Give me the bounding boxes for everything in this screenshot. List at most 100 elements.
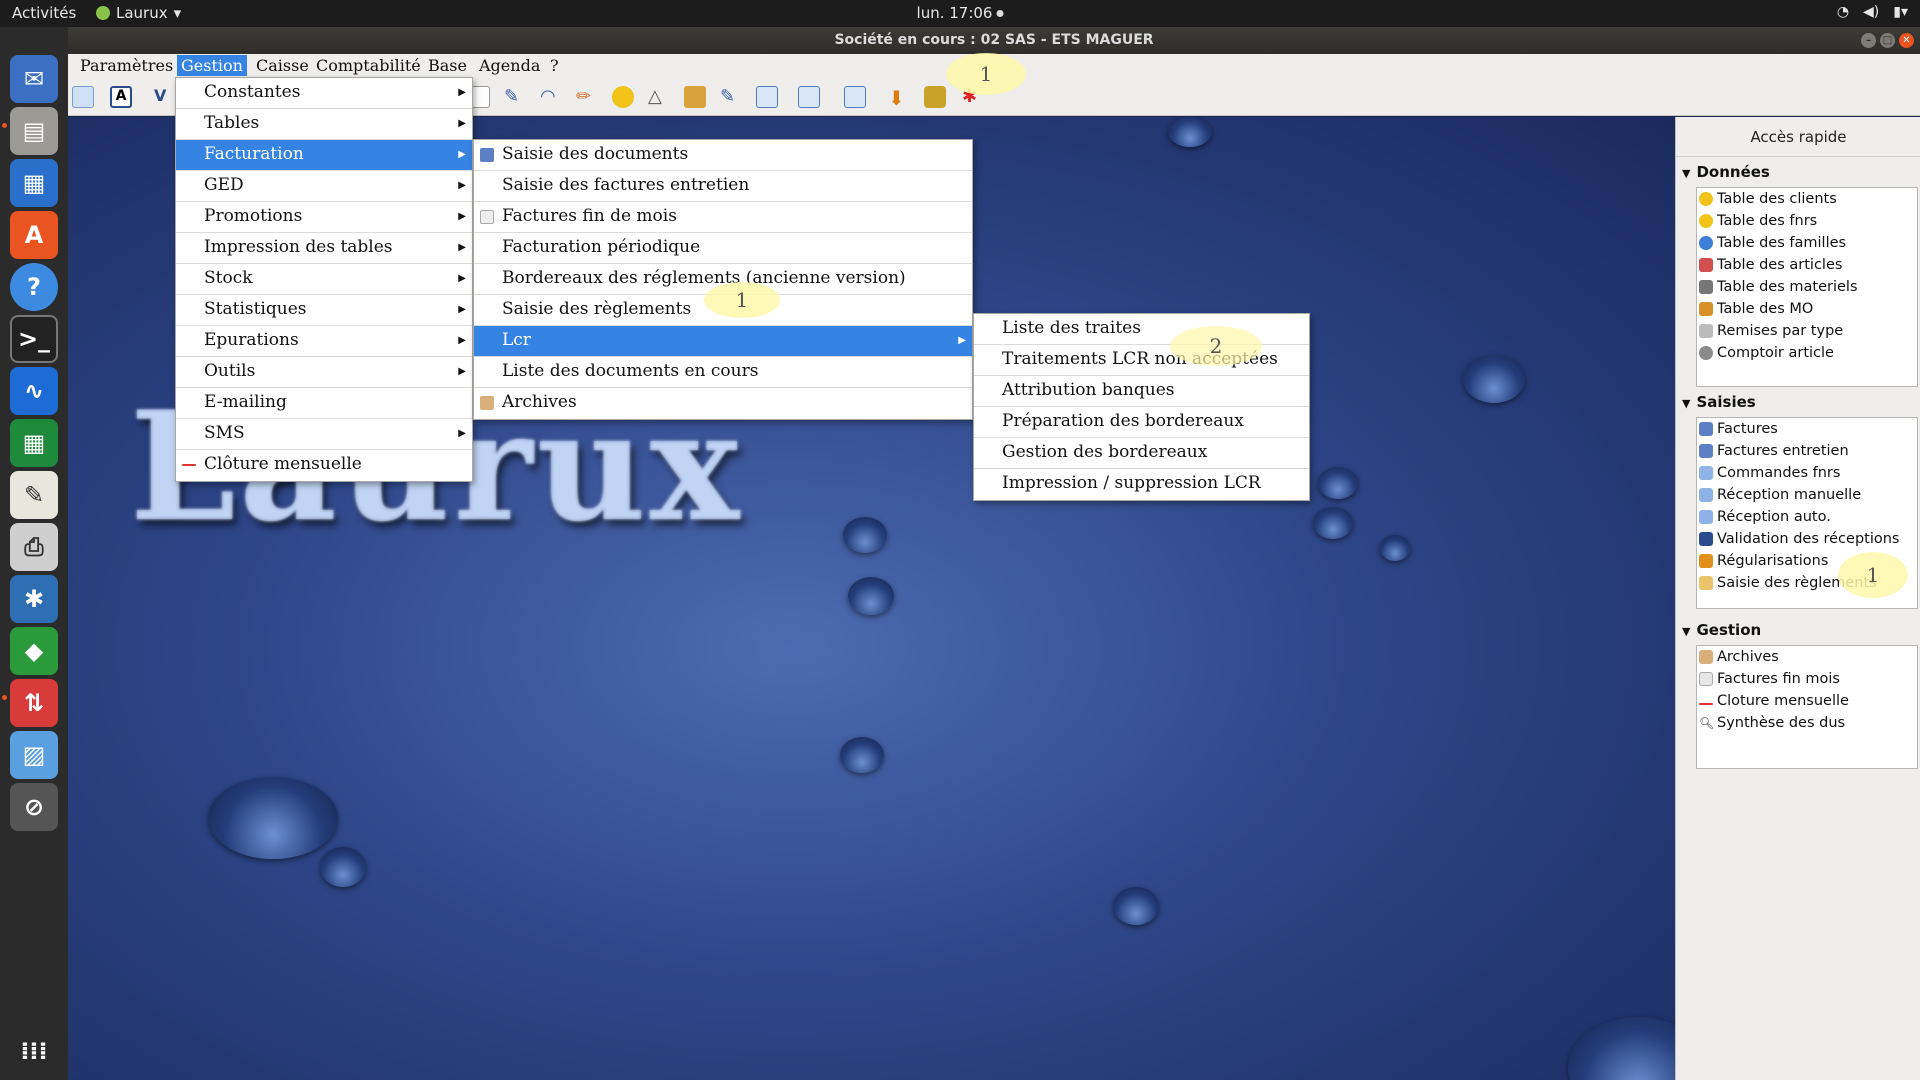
- coins-icon[interactable]: [924, 86, 946, 108]
- list-item[interactable]: Table des familles: [1697, 232, 1917, 254]
- menu-caisse[interactable]: Caisse: [252, 55, 313, 76]
- collapse-triangle-icon: ▼: [1682, 167, 1691, 180]
- battery-icon: ▮▾: [1893, 4, 1908, 20]
- menu-parametres[interactable]: Paramètres: [76, 55, 177, 76]
- writer-icon[interactable]: ▦: [10, 159, 58, 207]
- edit-doc-icon[interactable]: ✎: [720, 86, 742, 108]
- close-icon[interactable]: ✕: [1899, 33, 1914, 48]
- reception-auto-icon[interactable]: [844, 86, 866, 108]
- text-editor-icon[interactable]: ✎: [10, 471, 58, 519]
- menu-item-statistiques[interactable]: Statistiques ▶: [176, 295, 472, 326]
- menu-help[interactable]: ?: [546, 55, 563, 76]
- menu-item-label: Saisie des factures entretien: [502, 175, 750, 195]
- activities-button[interactable]: Activités: [12, 4, 76, 22]
- menu-item-archives[interactable]: Archives: [474, 388, 972, 419]
- menu-item-facturation[interactable]: Facturation ▶: [176, 140, 472, 171]
- thunderbird-icon[interactable]: ✉: [10, 55, 58, 103]
- menu-item-cloture-mensuelle[interactable]: Clôture mensuelle: [176, 450, 472, 481]
- menu-item-tables[interactable]: Tables ▶: [176, 109, 472, 140]
- list-item[interactable]: Table des fnrs: [1697, 210, 1917, 232]
- list-item[interactable]: Comptoir article: [1697, 342, 1917, 364]
- menu-item-epurations[interactable]: Epurations ▶: [176, 326, 472, 357]
- curve-icon[interactable]: ◠: [540, 86, 562, 108]
- system-monitor-icon[interactable]: ∿: [10, 367, 58, 415]
- box-icon[interactable]: [684, 86, 706, 108]
- laurux-dock-icon[interactable]: ⊘: [10, 783, 58, 831]
- git-icon[interactable]: ⇅: [10, 679, 58, 727]
- menu-item-sms[interactable]: SMS ▶: [176, 419, 472, 450]
- menu-item-saisie-factures-entretien[interactable]: Saisie des factures entretien: [474, 171, 972, 202]
- menu-base[interactable]: Base: [424, 55, 471, 76]
- menu-item-saisie-documents[interactable]: Saisie des documents: [474, 140, 972, 171]
- text-a-icon[interactable]: A: [110, 86, 132, 108]
- pencil-icon[interactable]: ✏: [576, 86, 598, 108]
- submenu-arrow-icon: ▶: [458, 211, 466, 222]
- menu-item-promotions[interactable]: Promotions ▶: [176, 202, 472, 233]
- download-arrow-icon[interactable]: ⬇: [888, 86, 910, 110]
- form-icon[interactable]: [72, 86, 94, 108]
- menu-agenda[interactable]: Agenda: [475, 55, 544, 76]
- software-center-icon[interactable]: A: [10, 211, 58, 259]
- section-saisies[interactable]: ▼ Saisies: [1682, 393, 1756, 411]
- validate-v-icon: [1699, 532, 1713, 546]
- clock[interactable]: lun. 17:06: [917, 4, 1004, 22]
- list-item[interactable]: Factures: [1697, 418, 1917, 440]
- menu-item-impression-tables[interactable]: Impression des tables ▶: [176, 233, 472, 264]
- list-item[interactable]: Réception manuelle: [1697, 484, 1917, 506]
- list-item[interactable]: Factures fin mois: [1697, 668, 1917, 690]
- image-viewer-icon[interactable]: ▨: [10, 731, 58, 779]
- menu-item-gestion-bordereaux[interactable]: Gestion des bordereaux: [974, 438, 1309, 469]
- client-face-icon[interactable]: [612, 86, 634, 108]
- menu-comptabilite[interactable]: Comptabilité: [312, 55, 425, 76]
- file-cabinet-icon[interactable]: ▤: [10, 107, 58, 155]
- app-menu[interactable]: Laurux ▾: [96, 4, 181, 22]
- inkscape-icon[interactable]: ◆: [10, 627, 58, 675]
- calc-icon[interactable]: ▦: [10, 419, 58, 467]
- menu-item-stock[interactable]: Stock ▶: [176, 264, 472, 295]
- section-gestion[interactable]: ▼ Gestion: [1682, 621, 1761, 639]
- list-item[interactable]: Cloture mensuelle: [1697, 690, 1917, 712]
- menu-item-factures-fin-mois[interactable]: Factures fin de mois: [474, 202, 972, 233]
- submenu-arrow-icon: ▶: [458, 428, 466, 439]
- validate-v-icon[interactable]: V: [154, 86, 176, 108]
- menu-gestion[interactable]: Gestion: [177, 55, 247, 76]
- section-donnees[interactable]: ▼ Données: [1682, 163, 1770, 181]
- system-status-area[interactable]: ◔ ◀) ▮▾: [1837, 4, 1908, 20]
- triangle-icon[interactable]: △: [648, 86, 670, 108]
- minimize-icon[interactable]: –: [1861, 33, 1876, 48]
- list-item-label: Table des materiels: [1717, 279, 1858, 295]
- list-item[interactable]: Réception auto.: [1697, 506, 1917, 528]
- list-item[interactable]: Remises par type: [1697, 320, 1917, 342]
- menu-item-label: Facturation périodique: [502, 237, 701, 257]
- submenu-arrow-icon: ▶: [458, 118, 466, 129]
- menu-item-emailing[interactable]: E-mailing: [176, 388, 472, 419]
- list-item[interactable]: Table des materiels: [1697, 276, 1917, 298]
- menu-item-impression-suppression-lcr[interactable]: Impression / suppression LCR: [974, 469, 1309, 500]
- menu-item-attribution-banques[interactable]: Attribution banques: [974, 376, 1309, 407]
- list-item[interactable]: Table des clients: [1697, 188, 1917, 210]
- menu-item-liste-documents-en-cours[interactable]: Liste des documents en cours: [474, 357, 972, 388]
- menu-item-outils[interactable]: Outils ▶: [176, 357, 472, 388]
- show-apps-icon[interactable]: ⁞⁞⁞: [10, 1027, 58, 1075]
- list-item[interactable]: Commandes fnrs: [1697, 462, 1917, 484]
- bug-icon[interactable]: ✱: [10, 575, 58, 623]
- order-icon[interactable]: [756, 86, 778, 108]
- menu-item-facturation-periodique[interactable]: Facturation périodique: [474, 233, 972, 264]
- ubuntu-dock: ✉ ▤ ▦ A ? >_ ∿ ▦ ✎ ⎙ ✱ ◆ ⇅ ▨ ⊘ ⁞⁞⁞: [0, 27, 68, 1080]
- terminal-icon[interactable]: >_: [10, 315, 58, 363]
- printer-icon[interactable]: ⎙: [10, 523, 58, 571]
- list-item[interactable]: Factures entretien: [1697, 440, 1917, 462]
- list-item[interactable]: Table des articles: [1697, 254, 1917, 276]
- menu-item-preparation-bordereaux[interactable]: Préparation des bordereaux: [974, 407, 1309, 438]
- list-item[interactable]: 🔍︎ Synthèse des dus: [1697, 712, 1917, 734]
- maximize-icon[interactable]: □: [1880, 33, 1895, 48]
- list-item[interactable]: Archives: [1697, 646, 1917, 668]
- menu-item-ged[interactable]: GED ▶: [176, 171, 472, 202]
- menu-item-constantes[interactable]: Constantes ▶: [176, 78, 472, 109]
- wrench-icon[interactable]: ✎: [504, 86, 526, 108]
- list-item[interactable]: Table des MO: [1697, 298, 1917, 320]
- list-item[interactable]: Validation des réceptions: [1697, 528, 1917, 550]
- reception-icon[interactable]: [798, 86, 820, 108]
- menu-item-lcr[interactable]: Lcr ▶: [474, 326, 972, 357]
- help-icon[interactable]: ?: [10, 263, 58, 311]
